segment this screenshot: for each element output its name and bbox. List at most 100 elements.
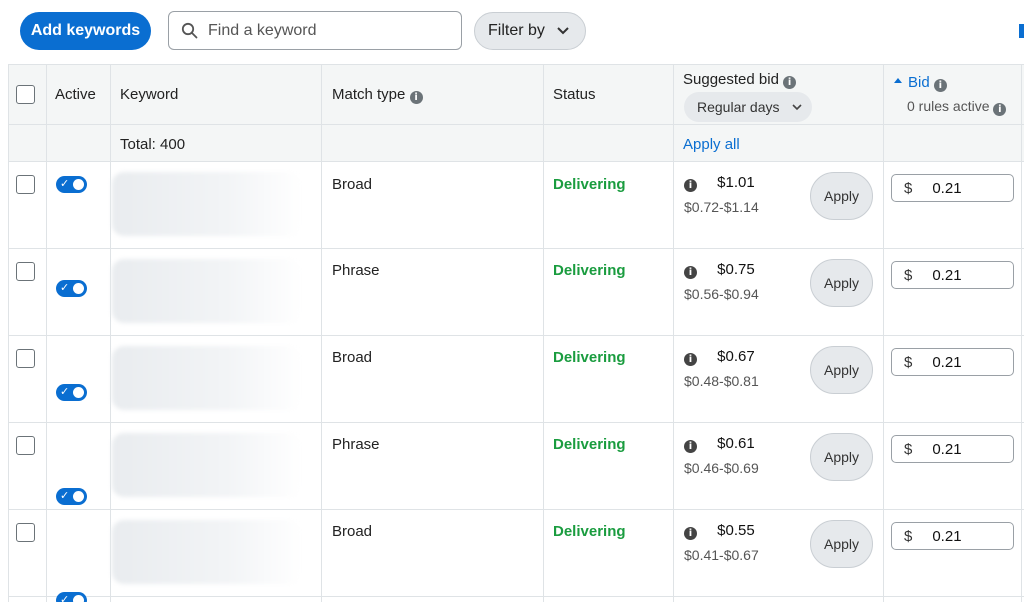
info-icon[interactable]: i xyxy=(684,527,697,540)
bid-input[interactable] xyxy=(932,266,1003,284)
keyword-text-redacted xyxy=(112,346,302,410)
suggested-bid-value: i $0.67 xyxy=(684,348,755,366)
suggested-bid-label: Suggested bid xyxy=(683,71,779,88)
suggested-bid-amount: $1.01 xyxy=(717,174,755,191)
column-divider xyxy=(883,64,884,602)
column-divider xyxy=(1021,64,1022,602)
add-keywords-button[interactable]: Add keywords xyxy=(20,12,151,50)
search-input[interactable] xyxy=(208,21,448,40)
total-count: Total: 400 xyxy=(120,136,186,153)
row-checkbox[interactable] xyxy=(16,262,35,281)
status-badge: Delivering xyxy=(553,176,626,193)
column-header-keyword[interactable]: Keyword xyxy=(120,86,178,103)
apply-button[interactable]: Apply xyxy=(810,520,873,568)
suggested-bid-value: i $0.61 xyxy=(684,435,755,453)
suggested-bid-value: i $1.01 xyxy=(684,174,755,192)
row-checkbox[interactable] xyxy=(16,349,35,368)
match-type-label: Match type xyxy=(332,86,406,103)
info-icon[interactable]: i xyxy=(933,79,947,92)
active-toggle[interactable]: ✓ xyxy=(56,176,87,193)
info-icon[interactable]: i xyxy=(783,76,797,89)
currency-symbol: $ xyxy=(904,353,913,371)
column-divider xyxy=(673,64,674,602)
column-divider xyxy=(110,64,111,602)
bid-rules-status[interactable]: 0 rules active i xyxy=(907,98,1007,116)
currency-symbol: $ xyxy=(904,527,913,545)
suggested-bid-range: $0.41-$0.67 xyxy=(684,547,759,563)
keyword-text-redacted xyxy=(112,259,302,323)
bid-input-field[interactable]: $ xyxy=(891,435,1014,463)
filter-by-button[interactable]: Filter by xyxy=(474,12,586,50)
select-all-checkbox[interactable] xyxy=(16,85,35,104)
suggested-bid-range: $0.46-$0.69 xyxy=(684,460,759,476)
keyword-text-redacted xyxy=(112,520,302,584)
bid-input[interactable] xyxy=(932,179,1003,197)
bid-input[interactable] xyxy=(932,440,1003,458)
column-divider xyxy=(321,64,322,602)
toolbar: Add keywords Filter by xyxy=(0,0,1024,64)
check-icon: ✓ xyxy=(60,593,70,602)
panel-edge-marker xyxy=(1019,24,1024,38)
active-toggle[interactable]: ✓ xyxy=(56,592,87,602)
suggested-bid-value: i $0.55 xyxy=(684,522,755,540)
column-header-active[interactable]: Active xyxy=(55,86,96,103)
column-divider xyxy=(543,64,544,602)
column-header-match-type[interactable]: Match type i xyxy=(332,86,423,104)
search-icon xyxy=(181,22,198,39)
apply-button[interactable]: Apply xyxy=(810,433,873,481)
check-icon: ✓ xyxy=(60,489,70,502)
match-type-value: Phrase xyxy=(332,262,380,279)
bid-input-field[interactable]: $ xyxy=(891,348,1014,376)
status-badge: Delivering xyxy=(553,349,626,366)
column-header-status[interactable]: Status xyxy=(553,86,596,103)
info-icon[interactable]: i xyxy=(409,91,423,104)
apply-button[interactable]: Apply xyxy=(810,346,873,394)
column-header-bid[interactable]: Bid i xyxy=(894,74,947,92)
info-icon[interactable]: i xyxy=(684,353,697,366)
currency-symbol: $ xyxy=(904,266,913,284)
column-divider xyxy=(8,64,9,602)
keyword-search[interactable] xyxy=(168,11,462,50)
suggested-bid-range: $0.72-$1.14 xyxy=(684,199,759,215)
bid-input-field[interactable]: $ xyxy=(891,522,1014,550)
chevron-down-icon xyxy=(791,103,802,110)
status-badge: Delivering xyxy=(553,523,626,540)
bid-input[interactable] xyxy=(932,353,1003,371)
currency-symbol: $ xyxy=(904,179,913,197)
info-icon[interactable]: i xyxy=(684,179,697,192)
keywords-table: Active Keyword Match type i Status Sugge… xyxy=(8,64,1024,602)
row-checkbox[interactable] xyxy=(16,523,35,542)
suggested-bid-amount: $0.75 xyxy=(717,261,755,278)
suggested-bid-range: $0.56-$0.94 xyxy=(684,286,759,302)
status-badge: Delivering xyxy=(553,436,626,453)
match-type-value: Broad xyxy=(332,176,373,193)
info-icon[interactable]: i xyxy=(684,440,697,453)
bid-input-field[interactable]: $ xyxy=(891,174,1014,202)
bid-input[interactable] xyxy=(932,527,1003,545)
active-toggle[interactable]: ✓ xyxy=(56,488,87,505)
row-checkbox[interactable] xyxy=(16,175,35,194)
status-badge: Delivering xyxy=(553,262,626,279)
info-icon[interactable]: i xyxy=(993,103,1007,116)
info-icon[interactable]: i xyxy=(684,266,697,279)
apply-button[interactable]: Apply xyxy=(810,259,873,307)
bid-label: Bid xyxy=(908,74,930,91)
match-type-value: Broad xyxy=(332,349,373,366)
select-value: Regular days xyxy=(697,99,780,115)
active-toggle[interactable]: ✓ xyxy=(56,280,87,297)
keyword-text-redacted xyxy=(112,172,302,236)
row-checkbox[interactable] xyxy=(16,436,35,455)
check-icon: ✓ xyxy=(60,385,70,398)
suggested-bid-day-select[interactable]: Regular days xyxy=(684,92,812,122)
suggested-bid-amount: $0.67 xyxy=(717,348,755,365)
active-toggle[interactable]: ✓ xyxy=(56,384,87,401)
column-header-suggested-bid[interactable]: Suggested bid i xyxy=(683,71,797,89)
filter-label: Filter by xyxy=(488,22,545,39)
bid-input-field[interactable]: $ xyxy=(891,261,1014,289)
apply-button[interactable]: Apply xyxy=(810,172,873,220)
suggested-bid-range: $0.48-$0.81 xyxy=(684,373,759,389)
match-type-value: Phrase xyxy=(332,436,380,453)
match-type-value: Broad xyxy=(332,523,373,540)
apply-all-link[interactable]: Apply all xyxy=(683,136,740,153)
chevron-down-icon xyxy=(557,27,569,35)
